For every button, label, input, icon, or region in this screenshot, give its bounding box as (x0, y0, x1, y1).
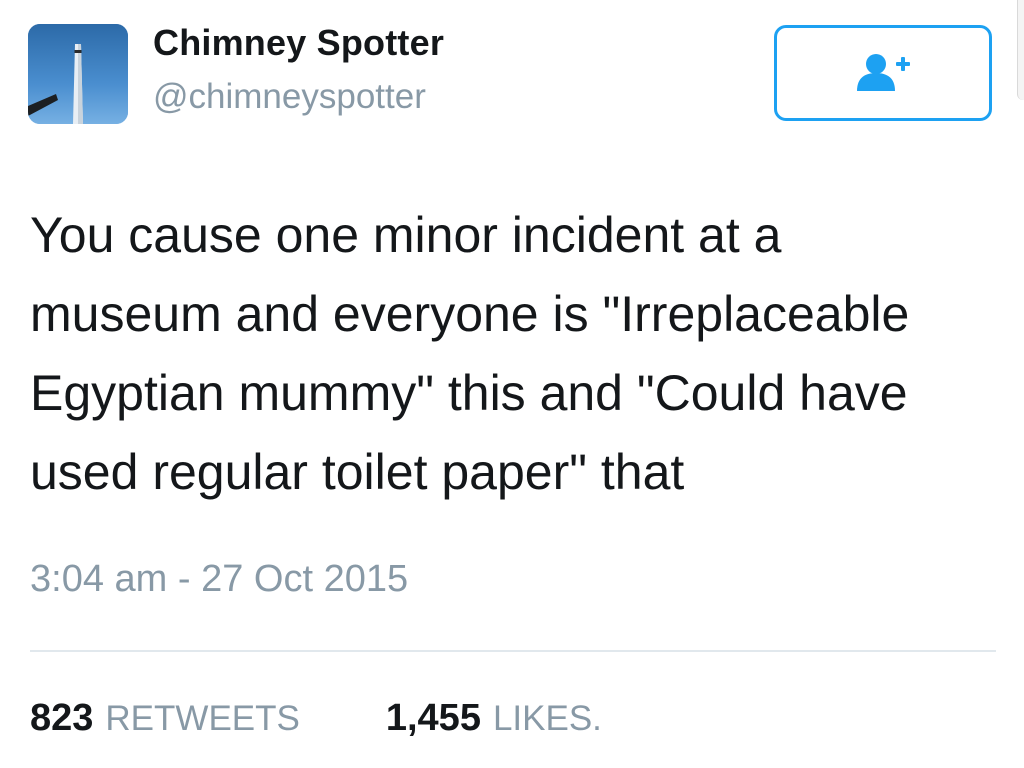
user-avatar[interactable] (28, 24, 128, 124)
retweets-stat[interactable]: 823 RETWEETS (30, 697, 300, 740)
retweets-count: 823 (30, 697, 94, 739)
divider (30, 650, 996, 652)
retweets-label: RETWEETS (105, 699, 300, 738)
tweet-timestamp[interactable]: 3:04 am - 27 Oct 2015 (30, 558, 408, 601)
tweet-stats: 823 RETWEETS 1,455 LIKES. (30, 697, 602, 740)
likes-label: LIKES. (492, 699, 602, 738)
chimney-photo-icon (28, 24, 128, 124)
tweet-detail-page: Chimney Spotter @chimneyspotter You caus… (0, 0, 1024, 768)
add-user-icon (857, 54, 910, 91)
likes-stat[interactable]: 1,455 LIKES. (386, 697, 602, 740)
user-handle[interactable]: @chimneyspotter (153, 77, 426, 117)
user-display-name[interactable]: Chimney Spotter (153, 22, 444, 64)
likes-count: 1,455 (385, 697, 481, 739)
scroll-edge (1017, 0, 1024, 100)
tweet-text: You cause one minor incident at a museum… (30, 207, 910, 500)
follow-button[interactable] (774, 25, 992, 121)
